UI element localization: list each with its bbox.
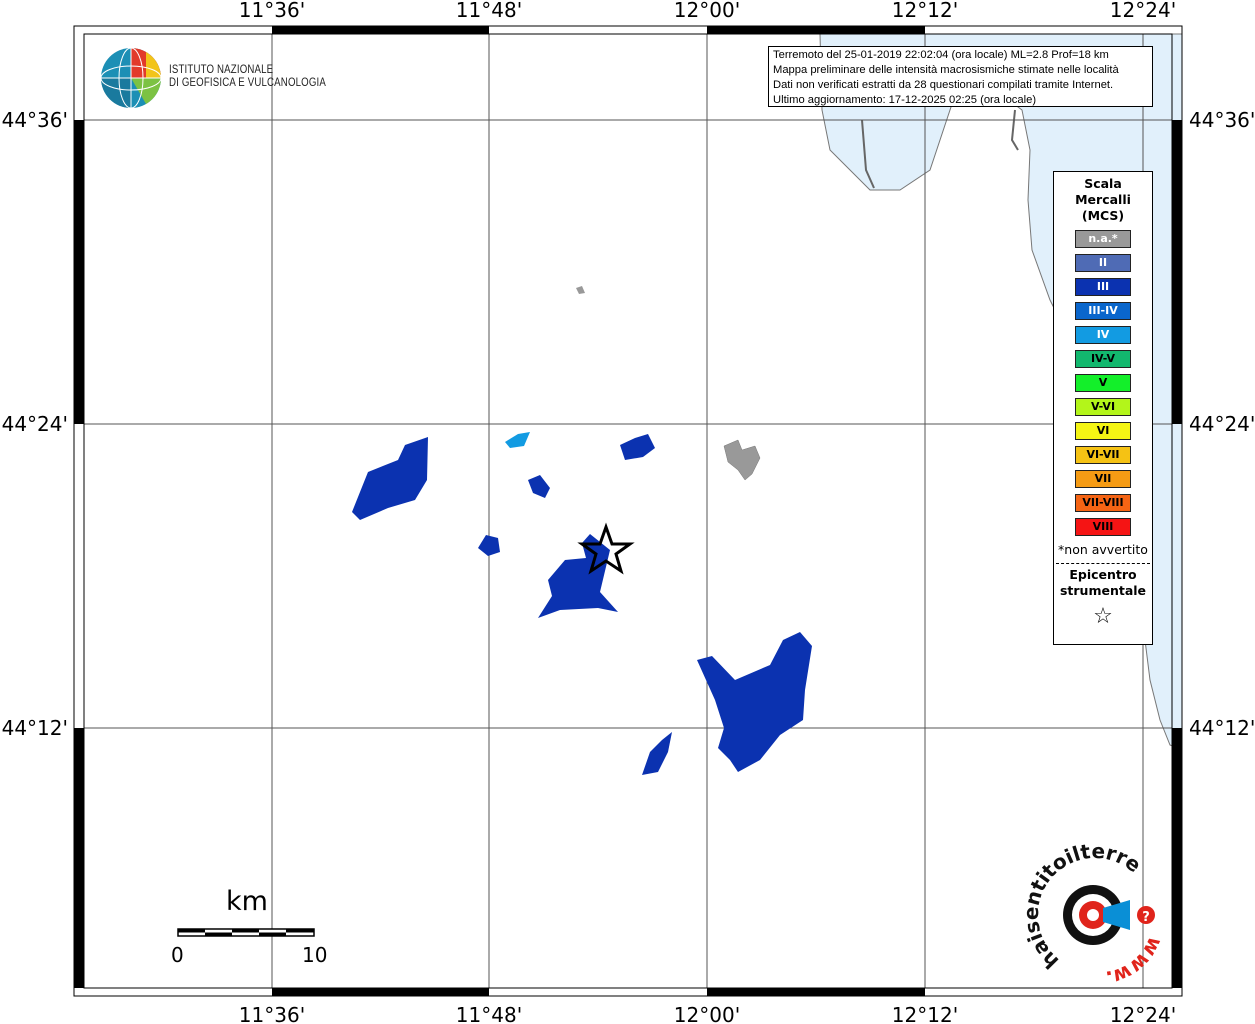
institute-name: ISTITUTO NAZIONALE DI GEOFISICA E VULCAN… (169, 64, 326, 90)
legend-title-line: Scala (1084, 176, 1122, 191)
institute-name-line2: DI GEOFISICA E VULCANOLOGIA (169, 77, 326, 89)
hsit-logo-www: www. (1104, 933, 1168, 991)
latitude-labels-left: 44°36' 44°24' 44°12' (2, 108, 68, 740)
lon-tick: 12°00' (674, 1003, 740, 1024)
event-info-box: Terremoto del 25-01-2019 22:02:04 (ora l… (768, 46, 1153, 107)
legend-swatch: VI (1075, 422, 1131, 440)
lon-tick: 12°24' (1110, 0, 1176, 22)
scale-bar-unit: km (226, 886, 268, 917)
lat-tick: 44°36' (1189, 108, 1255, 132)
felt-area-iii (352, 437, 428, 520)
ingv-globe-logo (100, 47, 162, 109)
legend-title-line: Mercalli (1075, 192, 1131, 207)
scale-bar-min: 0 (171, 943, 184, 967)
lon-tick: 12°12' (892, 0, 958, 22)
svg-text:?: ? (1142, 910, 1150, 925)
lat-tick: 44°24' (1189, 412, 1255, 436)
legend-swatch: V-VI (1075, 398, 1131, 416)
svg-text:haisentitoilterremoto.it: haisentitoilterremoto.it (0, 0, 1146, 974)
svg-text:www.: www. (1104, 933, 1168, 991)
felt-area-iii (620, 434, 655, 460)
legend-epicenter-label: Epicentro strumentale (1054, 567, 1152, 599)
legend-swatch: VII-VIII (1075, 494, 1131, 512)
legend-epicenter-line: strumentale (1059, 583, 1147, 598)
legend-list: n.a.* II III III-IV IV IV-V V V-VI VI VI-VII VII VI… (1054, 230, 1152, 536)
legend-swatch: IV (1075, 326, 1131, 344)
not-felt-area (723, 439, 761, 481)
longitude-labels-top: 11°36' 11°48' 12°00' 12°12' 12°24' (239, 0, 1176, 22)
legend-title-line: (MCS) (1081, 208, 1125, 223)
mcs-legend: Scala Mercalli (MCS) n.a.* II III III-IV IV I… (1053, 171, 1153, 645)
lon-tick: 11°48' (456, 1003, 522, 1024)
felt-area-iii (478, 535, 500, 556)
lon-tick: 12°12' (892, 1003, 958, 1024)
legend-note: *non avvertito (1058, 542, 1148, 557)
legend-swatch: V (1075, 374, 1131, 392)
hsit-logo-text: haisentitoilterremoto.it (0, 0, 1146, 974)
felt-area-iii (528, 475, 550, 498)
event-info-line: Terremoto del 25-01-2019 22:02:04 (ora l… (773, 49, 1109, 61)
legend-swatch: n.a.* (1075, 230, 1131, 248)
legend-swatch: III (1075, 278, 1131, 296)
legend-swatch: IV-V (1075, 350, 1131, 368)
legend-title: Scala Mercalli (MCS) (1054, 176, 1152, 224)
scale-bar (177, 928, 315, 937)
felt-area-iii (642, 732, 672, 775)
event-info-line: Mappa preliminare delle intensità macros… (773, 64, 1119, 76)
scale-bar-max: 10 (302, 943, 328, 967)
legend-swatch: VIII (1075, 518, 1131, 536)
lat-tick: 44°12' (1189, 716, 1255, 740)
lon-tick: 12°00' (674, 0, 740, 22)
graticule (84, 34, 1172, 988)
lat-tick: 44°12' (2, 716, 68, 740)
felt-areas (352, 286, 812, 775)
lat-tick: 44°24' (2, 412, 68, 436)
legend-swatch: VI-VII (1075, 446, 1131, 464)
lat-tick: 44°36' (2, 108, 68, 132)
legend-swatch: VII (1075, 470, 1131, 488)
lon-tick: 11°36' (239, 0, 305, 22)
lon-tick: 11°48' (456, 0, 522, 22)
institute-name-line1: ISTITUTO NAZIONALE (169, 64, 274, 76)
longitude-labels-bottom: 11°36' 11°48' 12°00' 12°12' 12°24' (239, 1003, 1176, 1024)
legend-swatch: III-IV (1075, 302, 1131, 320)
epicenter-legend-star-icon: ☆ (1093, 604, 1113, 629)
hsit-logo: ? haisentitoilterremoto.it www. (0, 0, 1168, 991)
map-frame (73, 25, 1183, 997)
lon-tick: 11°36' (239, 1003, 305, 1024)
felt-area-iii (697, 632, 812, 772)
legend-divider (1056, 563, 1150, 564)
legend-epicenter-line: Epicentro (1069, 567, 1137, 582)
felt-area-iv (505, 432, 530, 448)
latitude-labels-right: 44°36' 44°24' 44°12' (1189, 108, 1255, 740)
felt-area-iii (538, 534, 618, 618)
event-info-line: Dati non verificati estratti da 28 quest… (773, 79, 1114, 91)
event-info-line: Ultimo aggiornamento: 17-12-2025 02:25 (… (773, 94, 1037, 106)
not-felt-area (576, 286, 585, 294)
lon-tick: 12°24' (1110, 1003, 1176, 1024)
legend-swatch: II (1075, 254, 1131, 272)
